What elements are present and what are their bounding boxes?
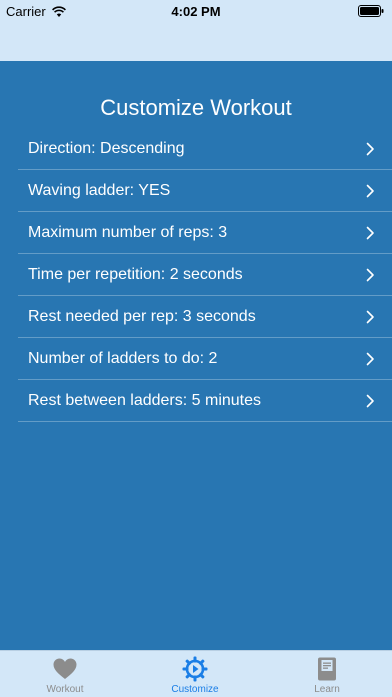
page-title: Customize Workout xyxy=(100,95,292,120)
tab-learn[interactable]: Learn xyxy=(262,651,392,697)
setting-label: Rest between ladders: 5 minutes xyxy=(28,392,262,409)
status-bar: Carrier 4:02 PM xyxy=(0,0,392,22)
tab-bar: Workout Customize Learn xyxy=(0,650,392,696)
setting-label: Direction: Descending xyxy=(28,140,185,157)
chevron-right-icon xyxy=(366,184,374,198)
tab-label-workout: Workout xyxy=(46,684,84,695)
tab-customize[interactable]: Customize xyxy=(130,651,260,697)
chevron-right-icon xyxy=(366,394,374,408)
chevron-right-icon xyxy=(366,352,374,366)
chevron-right-icon xyxy=(366,310,374,324)
heart-icon xyxy=(53,658,77,679)
tab-label-learn: Learn xyxy=(314,684,340,695)
setting-row-number-of-ladders[interactable]: Number of ladders to do: 2 xyxy=(18,338,392,380)
status-time: 4:02 PM xyxy=(171,4,221,19)
gear-icon xyxy=(182,656,208,682)
battery-icon xyxy=(358,5,384,17)
setting-row-direction[interactable]: Direction: Descending xyxy=(18,128,392,170)
settings-list: Direction: Descending Waving ladder: YES… xyxy=(18,128,392,422)
setting-row-rest-between-ladders[interactable]: Rest between ladders: 5 minutes xyxy=(18,380,392,422)
setting-label: Number of ladders to do: 2 xyxy=(28,350,218,367)
tab-workout[interactable]: Workout xyxy=(0,651,130,697)
chevron-right-icon xyxy=(366,226,374,240)
setting-label: Waving ladder: YES xyxy=(28,182,171,199)
chevron-right-icon xyxy=(366,142,374,156)
setting-label: Rest needed per rep: 3 seconds xyxy=(28,308,256,325)
customize-panel: Customize Workout Direction: Descending … xyxy=(0,61,392,650)
setting-row-rest-per-rep[interactable]: Rest needed per rep: 3 seconds xyxy=(18,296,392,338)
setting-row-time-per-rep[interactable]: Time per repetition: 2 seconds xyxy=(18,254,392,296)
tab-label-customize: Customize xyxy=(171,684,219,695)
navigation-bar xyxy=(0,22,392,61)
setting-label: Maximum number of reps: 3 xyxy=(28,224,228,241)
book-icon xyxy=(318,657,336,681)
chevron-right-icon xyxy=(366,268,374,282)
setting-row-max-reps[interactable]: Maximum number of reps: 3 xyxy=(18,212,392,254)
setting-label: Time per repetition: 2 seconds xyxy=(28,266,243,283)
setting-row-waving-ladder[interactable]: Waving ladder: YES xyxy=(18,170,392,212)
